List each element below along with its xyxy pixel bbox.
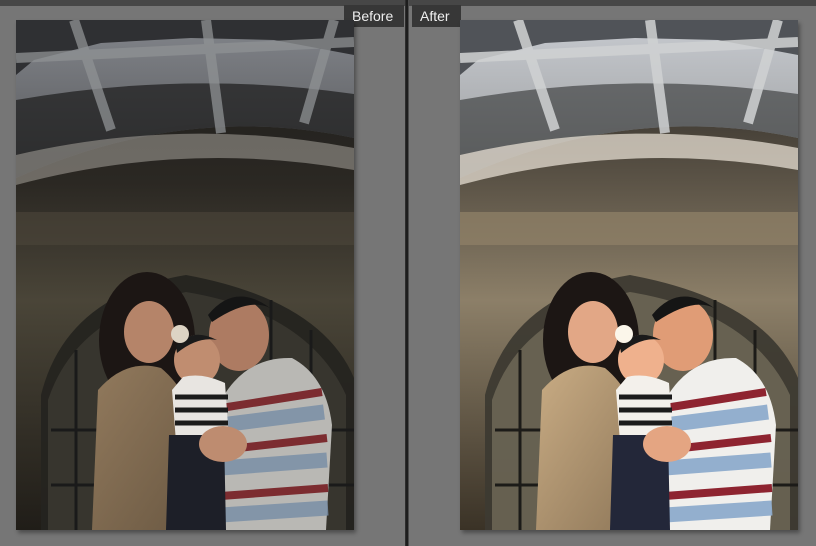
after-photo[interactable] bbox=[460, 20, 798, 530]
after-pane-top-bar bbox=[409, 0, 816, 6]
before-pane[interactable]: Before bbox=[0, 0, 405, 546]
before-after-compare-view: Before After bbox=[0, 0, 816, 546]
after-label: After bbox=[412, 5, 461, 27]
family-photo-before-icon bbox=[16, 20, 354, 530]
before-photo[interactable] bbox=[16, 20, 354, 530]
after-pane[interactable]: After bbox=[409, 0, 816, 546]
family-photo-after-icon bbox=[460, 20, 798, 530]
